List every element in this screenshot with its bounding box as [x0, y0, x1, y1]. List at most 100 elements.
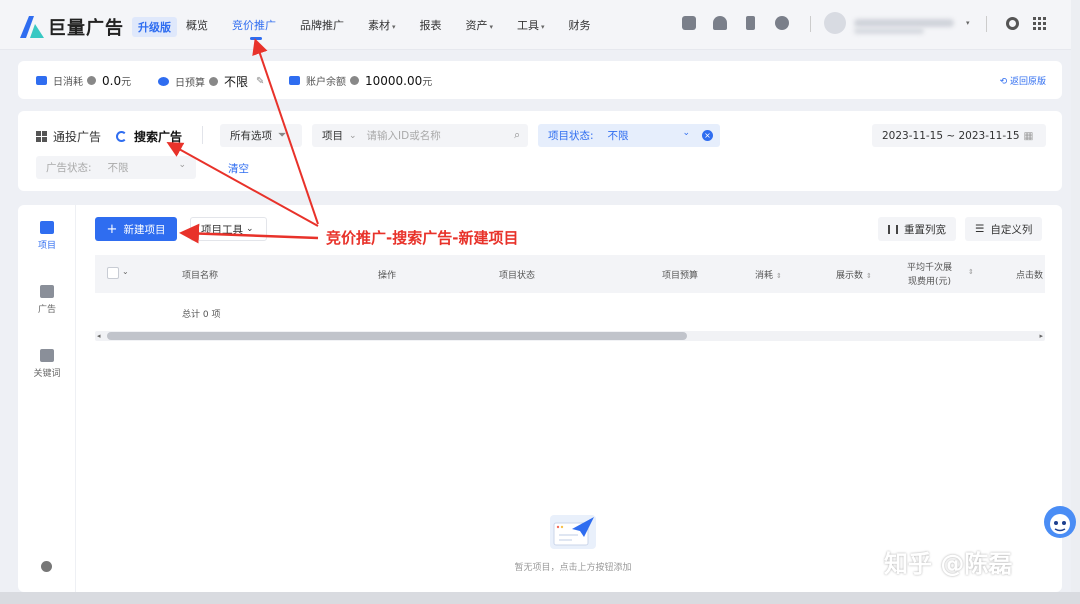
nav-reports[interactable]: 报表: [420, 17, 442, 33]
nav-label: 竞价推广: [232, 19, 276, 32]
stat-label: 账户余额: [306, 77, 346, 88]
project-status-select[interactable]: 项目状态: 不限 ⌄ ×: [538, 124, 720, 147]
column-header-status[interactable]: 项目状态: [499, 268, 535, 281]
column-label: 消耗: [755, 271, 774, 281]
button-label: 自定义列: [990, 223, 1033, 236]
button-label: 新建项目: [123, 223, 166, 236]
date-range-picker[interactable]: 2023-11-15 ~ 2023-11-15 ▦: [872, 124, 1046, 147]
ad-status-select[interactable]: 广告状态: 不限 ⌄: [36, 156, 196, 179]
nav-overview[interactable]: 概览: [186, 17, 208, 33]
column-header-impressions[interactable]: 展示数 ⇕: [836, 268, 872, 281]
stat-value: 0.0元: [102, 73, 131, 88]
tab-search-ads[interactable]: 搜索广告: [116, 128, 182, 145]
nav-label: 资产: [465, 19, 488, 32]
watermark: 知乎 @陈磊: [884, 550, 1013, 578]
document-icon[interactable]: [682, 16, 696, 30]
column-header-spend[interactable]: 消耗 ⇕: [755, 268, 782, 281]
sidebar-item-keywords[interactable]: 关键词: [18, 349, 76, 379]
annotation-label: 竞价推广-搜索广告-新建项目: [326, 229, 519, 247]
nav-brand-promotion[interactable]: 品牌推广: [300, 17, 344, 33]
all-options-select[interactable]: 所有选项 ⏷: [220, 124, 302, 147]
sidebar-item-projects[interactable]: 项目: [18, 221, 76, 251]
column-header-clicks[interactable]: 点击数: [1016, 268, 1043, 281]
search-scope[interactable]: 项目: [322, 128, 343, 143]
nav-assets[interactable]: 资产 ▾: [466, 17, 494, 33]
caret-down-icon: ▾: [489, 23, 494, 31]
sidebar-item-ads[interactable]: 广告: [18, 285, 76, 315]
clear-icon[interactable]: ×: [702, 130, 713, 141]
sort-icon[interactable]: ⇕: [968, 268, 974, 276]
help-icon[interactable]: [87, 76, 96, 85]
apps-grid-icon[interactable]: [1033, 17, 1046, 30]
column-label-line2: 现费用(元): [907, 277, 952, 287]
empty-state-text: 暂无项目，点击上方按钮添加: [514, 563, 632, 573]
browser-bottom-scrollbar[interactable]: [0, 592, 1080, 604]
bell-icon[interactable]: [713, 16, 727, 30]
stat-value: 10000.00元: [365, 73, 432, 88]
wallet-icon: [36, 76, 47, 85]
sidebar-item-label: 项目: [37, 241, 56, 251]
sort-icon[interactable]: ⇕: [866, 272, 872, 280]
caret-down-icon: ▾: [541, 23, 545, 31]
scroll-right-icon[interactable]: ▸: [1039, 331, 1043, 341]
list-icon: ☰: [975, 223, 985, 235]
column-header-cpm[interactable]: 平均千次展 现费用(元): [907, 261, 952, 289]
plus-icon: +: [106, 221, 118, 237]
tab-general-ads[interactable]: 通投广告: [36, 128, 101, 145]
mobile-icon[interactable]: [746, 16, 755, 30]
back-link-label: 返回原版: [1009, 77, 1046, 87]
select-value: 不限: [107, 162, 129, 174]
filter-icon: ⏷: [278, 129, 287, 141]
project-tools-dropdown[interactable]: 项目工具 ⌄: [190, 217, 267, 241]
tab-label: 通投广告: [53, 130, 102, 144]
edit-icon[interactable]: ✎: [256, 76, 264, 87]
column-header-project-name[interactable]: 项目名称: [182, 268, 218, 281]
gear-icon[interactable]: [1006, 17, 1019, 30]
button-label: 项目工具: [201, 223, 243, 236]
scroll-left-icon[interactable]: ◂: [97, 331, 101, 341]
nav-tools[interactable]: 工具 ▾: [517, 17, 545, 33]
help-icon[interactable]: [775, 16, 789, 30]
select-all-checkbox[interactable]: [107, 267, 119, 279]
select-label: 项目状态:: [548, 130, 594, 142]
chevron-down-icon: ⌄: [178, 160, 186, 170]
top-icon-group: [682, 16, 806, 30]
compass-icon[interactable]: [41, 561, 52, 572]
horizontal-scrollbar[interactable]: ◂ ▸: [95, 331, 1045, 341]
nav-label: 品牌推广: [300, 19, 344, 32]
sort-icon[interactable]: ⇕: [776, 272, 782, 280]
logo[interactable]: 巨量广告 升级版: [20, 14, 177, 40]
unit: 元: [121, 77, 132, 88]
divider: [986, 16, 987, 32]
help-icon[interactable]: [350, 76, 359, 85]
column-header-budget[interactable]: 项目预算: [662, 268, 698, 281]
tier-badge: 升级版: [132, 17, 177, 37]
top-navigation-bar: 巨量广告 升级版 概览 竞价推广 品牌推广 素材 ▾ 报表 资产 ▾ 工具 ▾ 财务 …: [0, 0, 1080, 50]
nav-finance[interactable]: 财务: [569, 17, 591, 33]
nav-label: 素材: [368, 19, 390, 32]
assistant-robot-icon[interactable]: [1036, 500, 1080, 544]
empty-state: 暂无项目，点击上方按钮添加: [488, 515, 658, 573]
clear-filters-link[interactable]: 清空: [228, 161, 249, 176]
caret-down-icon: ▾: [392, 23, 396, 31]
custom-columns-button[interactable]: ☰ 自定义列: [965, 217, 1043, 241]
tab-label: 搜索广告: [134, 130, 183, 144]
help-icon[interactable]: [209, 77, 218, 86]
nav-materials[interactable]: 素材 ▾: [368, 17, 396, 33]
user-menu[interactable]: ▾: [824, 12, 970, 34]
nav-label: 概览: [186, 19, 208, 32]
chevron-down-icon: ⌄: [682, 128, 690, 138]
reset-column-width-button[interactable]: 重置列宽: [878, 217, 956, 241]
new-project-button[interactable]: + 新建项目: [95, 217, 177, 241]
left-sidebar: 项目 广告 关键词: [18, 205, 76, 592]
nav-bidding-promotion[interactable]: 竞价推广: [232, 17, 276, 40]
chevron-down-icon[interactable]: ⌄: [122, 267, 129, 276]
nav-label: 财务: [568, 19, 591, 32]
main-nav: 概览 竞价推广 品牌推广 素材 ▾ 报表 资产 ▾ 工具 ▾ 财务: [186, 17, 615, 40]
stat-daily-budget: 日预算 不限 ✎: [158, 73, 264, 90]
search-box[interactable]: 项目 ⌄ 请输入ID或名称 ⌕: [312, 124, 528, 147]
back-to-classic-link[interactable]: ⟲ 返回原版: [1000, 74, 1046, 87]
scrollbar-thumb[interactable]: [107, 332, 687, 340]
daily-spend-value: 0.0: [102, 74, 122, 88]
search-icon[interactable]: ⌕: [514, 129, 520, 142]
